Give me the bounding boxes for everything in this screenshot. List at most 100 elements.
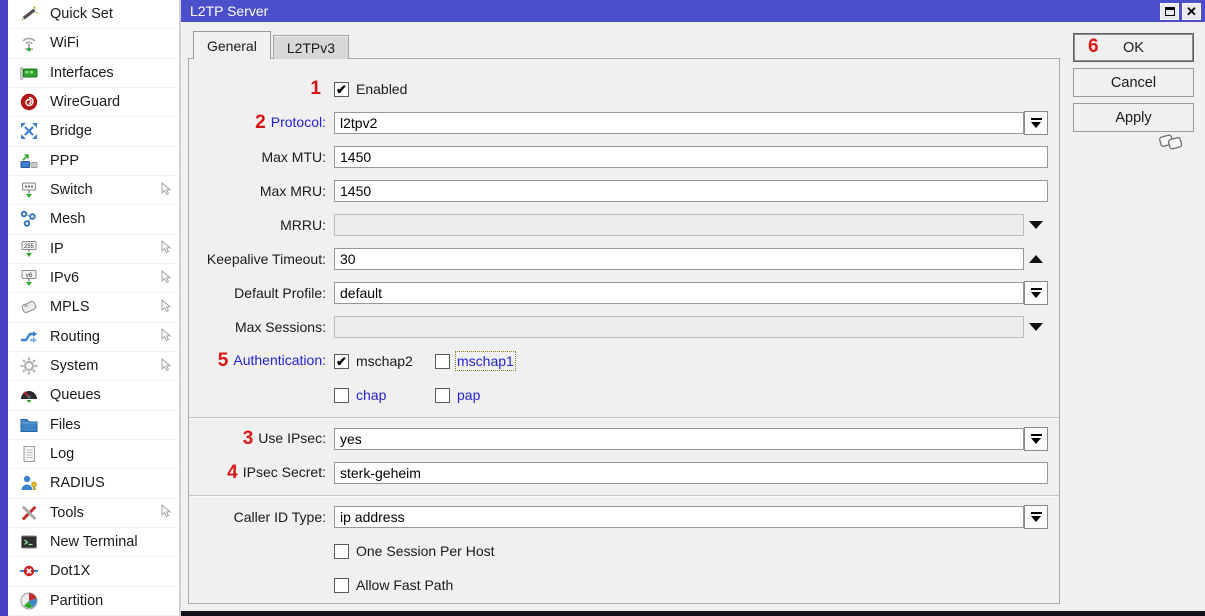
use-ipsec-input[interactable] [334,428,1024,450]
mesh-icon [18,209,40,229]
sidebar-item-radius[interactable]: RADIUS [8,469,179,499]
annotation-5: 5 [217,350,229,371]
sidebar-item-quick-set[interactable]: Quick Set [8,0,179,30]
enabled-label: Enabled [356,81,408,97]
ok-button[interactable]: 6 OK [1073,33,1194,62]
sidebar-item-interfaces[interactable]: Interfaces [8,59,179,88]
dropdown-icon [1030,434,1042,444]
caller-id-type-dropdown-button[interactable] [1024,505,1048,529]
sidebar-item-switch[interactable]: Switch [8,176,179,206]
maximize-button[interactable] [1160,2,1179,20]
sidebar-item-mesh[interactable]: Mesh [8,205,179,235]
pap-checkbox[interactable] [435,387,450,403]
max-mru-input[interactable] [334,180,1048,202]
sidebar-item-tools[interactable]: Tools [8,499,179,528]
cancel-button[interactable]: Cancel [1073,68,1194,97]
dropdown-icon [1030,512,1042,522]
sidebar-item-new-terminal[interactable]: New Terminal [8,528,179,558]
caller-id-type-input[interactable] [334,506,1024,528]
sidebar-item-label: Routing [50,328,100,345]
sidebar-item-queues[interactable]: Queues [8,381,179,411]
chap-checkbox[interactable] [334,387,349,403]
submenu-arrow-icon [160,240,173,257]
routing-icon [18,327,40,347]
terminal-icon [18,532,40,552]
dropdown-icon [1030,288,1042,298]
partition-icon [18,591,40,611]
submenu-arrow-icon [160,298,173,316]
tools-icon [18,503,40,523]
wifi-icon [18,33,40,53]
protocol-input[interactable] [334,112,1024,134]
authentication-row: 5 Authentication: ✔ mschap2 mschap1 [189,344,1059,378]
sidebar-item-mpls[interactable]: MPLS [8,293,179,323]
enabled-checkbox[interactable]: ✔ [334,81,349,97]
default-profile-input[interactable] [334,282,1024,304]
sidebar-item-routing[interactable]: Routing [8,323,179,352]
default-profile-dropdown-button[interactable] [1024,281,1048,305]
keepalive-collapse-button[interactable] [1024,247,1048,271]
authentication-row-2: chap pap [189,378,1059,412]
sidebar-item-label: Interfaces [50,64,114,81]
bridge-icon [18,121,40,141]
use-ipsec-label: Use IPsec: [258,430,326,446]
sidebar-item-dot1x[interactable]: Dot1X [8,557,179,587]
allow-fast-path-checkbox[interactable] [334,577,349,593]
one-session-per-host-checkbox[interactable] [334,543,349,559]
protocol-dropdown-button[interactable] [1024,111,1048,135]
ipsec-secret-input[interactable] [334,462,1048,484]
tab-general[interactable]: General [193,31,271,59]
tab-l2tpv3[interactable]: L2TPv3 [272,35,350,59]
sidebar-item-bridge[interactable]: Bridge [8,117,179,147]
main-window-edge [0,0,8,616]
allow-fast-path-label: Allow Fast Path [356,577,454,593]
submenu-arrow-icon [160,181,173,199]
use-ipsec-dropdown-button[interactable] [1024,427,1048,451]
annotation-6: 6 [1088,36,1099,57]
sidebar-item-log[interactable]: Log [8,440,179,470]
sidebar-item-ppp[interactable]: PPP [8,147,179,176]
sidebar-item-ip[interactable]: 255 IP [8,235,179,264]
sidebar-item-system[interactable]: System [8,352,179,382]
close-icon: ✕ [1186,3,1197,19]
submenu-arrow-icon [160,328,173,345]
general-tab-content: 1 ✔ Enabled 2Protocol: Max MTU [188,58,1060,604]
queues-icon [18,385,40,405]
network-card-icon [18,63,40,83]
sidebar-item-partition[interactable]: Partition [8,587,179,616]
system-icon [18,356,40,376]
mschap1-checkbox[interactable] [435,353,450,369]
sidebar-item-label: Bridge [50,123,92,140]
dot1x-icon [18,561,40,581]
sidebar-item-label: Quick Set [50,6,113,23]
sidebar-item-label: Switch [50,182,93,199]
sidebar-item-wifi[interactable]: WiFi [8,29,179,59]
close-button[interactable]: ✕ [1182,2,1201,20]
maximize-icon [1164,6,1175,16]
submenu-arrow-icon [160,357,173,375]
svg-text:255: 255 [24,244,35,250]
max-sessions-expand-button[interactable] [1024,315,1048,339]
sidebar-item-ipv6[interactable]: v6 IPv6 [8,264,179,294]
sidebar-item-files[interactable]: Files [8,411,179,440]
sidebar-item-label: Log [50,446,75,463]
sidebar-item-wireguard[interactable]: WireGuard [8,88,179,118]
apply-button[interactable]: Apply [1073,103,1194,132]
mschap2-checkbox[interactable]: ✔ [334,353,349,369]
l2tp-server-dialog: L2TP Server ✕ General L2TPv3 1 ✔ Enabled [180,0,1205,616]
mschap1-label: mschap1 [455,351,516,371]
max-mtu-row: Max MTU: [189,140,1059,174]
files-icon [18,415,40,435]
window-bottom-edge [181,611,1205,616]
dialog-titlebar[interactable]: L2TP Server ✕ [181,0,1205,22]
mouse-cursor-icon [1157,129,1185,156]
dialog-title: L2TP Server [190,3,269,19]
keepalive-timeout-input[interactable] [334,248,1024,270]
authentication-label: Authentication: [233,352,326,368]
sidebar-item-label: WireGuard [50,94,121,111]
max-mtu-input[interactable] [334,146,1048,168]
dialog-buttons: 6 OK Cancel Apply [1073,33,1194,150]
mrru-expand-button[interactable] [1024,213,1048,237]
sidebar-item-label: Mesh [50,211,86,228]
submenu-arrow-icon [160,504,173,521]
